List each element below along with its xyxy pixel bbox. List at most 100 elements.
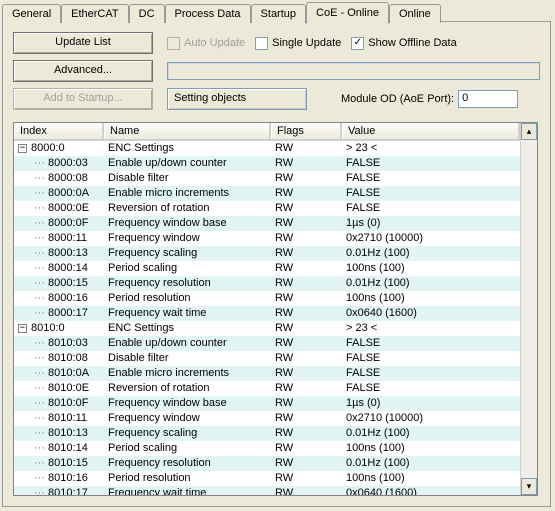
table-row[interactable]: ··· 8010:11Frequency windowRW0x2710 (100… bbox=[14, 411, 520, 426]
flags-cell: RW bbox=[271, 216, 342, 231]
tab-coe-online[interactable]: CoE - Online bbox=[306, 2, 389, 24]
column-header-value[interactable]: Value bbox=[342, 123, 520, 140]
tree-collapse-icon[interactable]: − bbox=[18, 324, 27, 333]
scroll-track[interactable] bbox=[521, 140, 537, 478]
flags-cell: RW bbox=[271, 141, 342, 156]
value-cell: 0.01Hz (100) bbox=[342, 456, 520, 471]
value-cell: FALSE bbox=[342, 366, 520, 381]
name-cell: Enable up/down counter bbox=[104, 156, 271, 171]
flags-cell: RW bbox=[271, 381, 342, 396]
value-cell: 0x0640 (1600) bbox=[342, 306, 520, 321]
name-cell: Reversion of rotation bbox=[104, 201, 271, 216]
table-row[interactable]: ··· 8000:0AEnable micro incrementsRWFALS… bbox=[14, 186, 520, 201]
tab-dc[interactable]: DC bbox=[129, 4, 165, 23]
name-cell: Enable micro increments bbox=[104, 366, 271, 381]
value-cell: FALSE bbox=[342, 351, 520, 366]
scroll-down-icon[interactable]: ▾ bbox=[521, 478, 537, 495]
checkbox-box-icon bbox=[255, 37, 268, 50]
name-cell: Disable filter bbox=[104, 171, 271, 186]
table-row[interactable]: ··· 8010:15Frequency resolutionRW0.01Hz … bbox=[14, 456, 520, 471]
value-cell: 0.01Hz (100) bbox=[342, 426, 520, 441]
index-cell: 8000:0 bbox=[31, 141, 65, 156]
tab-online[interactable]: Online bbox=[389, 4, 441, 23]
table-row[interactable]: ··· 8000:15Frequency resolutionRW0.01Hz … bbox=[14, 276, 520, 291]
value-cell: 100ns (100) bbox=[342, 291, 520, 306]
table-row[interactable]: ··· 8010:17Frequency wait timeRW0x0640 (… bbox=[14, 486, 520, 495]
column-header-name[interactable]: Name bbox=[104, 123, 271, 140]
name-cell: Frequency wait time bbox=[104, 306, 271, 321]
table-row[interactable]: ··· 8010:16Period resolutionRW100ns (100… bbox=[14, 471, 520, 486]
table-row[interactable]: ··· 8000:13Frequency scalingRW0.01Hz (10… bbox=[14, 246, 520, 261]
table-row[interactable]: ··· 8010:13Frequency scalingRW0.01Hz (10… bbox=[14, 426, 520, 441]
index-cell: ··· 8010:0E bbox=[34, 381, 89, 396]
flags-cell: RW bbox=[271, 396, 342, 411]
module-od-input[interactable]: 0 bbox=[458, 90, 518, 108]
flags-cell: RW bbox=[271, 366, 342, 381]
vertical-scrollbar[interactable]: ▴ ▾ bbox=[520, 123, 537, 495]
index-cell: ··· 8010:14 bbox=[34, 441, 88, 456]
name-cell: ENC Settings bbox=[104, 321, 271, 336]
table-row[interactable]: ··· 8010:0EReversion of rotationRWFALSE bbox=[14, 381, 520, 396]
column-header-index[interactable]: Index bbox=[14, 123, 104, 140]
scroll-up-icon[interactable]: ▴ bbox=[521, 123, 537, 140]
name-cell: Frequency window base bbox=[104, 216, 271, 231]
tab-general[interactable]: General bbox=[2, 4, 61, 23]
name-cell: Enable up/down counter bbox=[104, 336, 271, 351]
tab-process-data[interactable]: Process Data bbox=[165, 4, 251, 23]
flags-cell: RW bbox=[271, 291, 342, 306]
index-cell: ··· 8010:0F bbox=[34, 396, 88, 411]
table-row[interactable]: ··· 8000:11Frequency windowRW0x2710 (100… bbox=[14, 231, 520, 246]
value-cell: FALSE bbox=[342, 186, 520, 201]
name-cell: Frequency window bbox=[104, 411, 271, 426]
flags-cell: RW bbox=[271, 321, 342, 336]
table-row[interactable]: ··· 8000:0E Reversion of rotationRWFALSE bbox=[14, 201, 520, 216]
update-list-button[interactable]: Update List bbox=[13, 32, 153, 54]
tab-startup[interactable]: Startup bbox=[251, 4, 306, 23]
index-cell: ··· 8010:0A bbox=[34, 366, 89, 381]
index-cell: ··· 8000:16 bbox=[34, 291, 88, 306]
table-row[interactable]: ··· 8010:14Period scalingRW100ns (100) bbox=[14, 441, 520, 456]
flags-cell: RW bbox=[271, 201, 342, 216]
table-row[interactable]: ··· 8000:17Frequency wait timeRW0x0640 (… bbox=[14, 306, 520, 321]
tree-collapse-icon[interactable]: − bbox=[18, 144, 27, 153]
table-row[interactable]: ··· 8010:08Disable filterRWFALSE bbox=[14, 351, 520, 366]
table-row[interactable]: ··· 8000:0FFrequency window baseRW1µs (0… bbox=[14, 216, 520, 231]
value-cell: 1µs (0) bbox=[342, 216, 520, 231]
value-cell: FALSE bbox=[342, 201, 520, 216]
index-cell: ··· 8000:08 bbox=[34, 171, 88, 186]
index-cell: ··· 8000:17 bbox=[34, 306, 88, 321]
table-row[interactable]: ··· 8000:14Period scalingRW100ns (100) bbox=[14, 261, 520, 276]
name-cell: Period resolution bbox=[104, 291, 271, 306]
name-cell: Disable filter bbox=[104, 351, 271, 366]
index-cell: ··· 8000:0E bbox=[34, 201, 89, 216]
advanced-button[interactable]: Advanced... bbox=[13, 60, 153, 82]
flags-cell: RW bbox=[271, 336, 342, 351]
name-cell: Enable micro increments bbox=[104, 186, 271, 201]
table-row[interactable]: ··· 8000:16 Period resolutionRW100ns (100… bbox=[14, 291, 520, 306]
index-cell: ··· 8000:11 bbox=[34, 231, 87, 246]
name-cell: Period scaling bbox=[104, 441, 271, 456]
index-cell: ··· 8000:03 bbox=[34, 156, 88, 171]
show-offline-checkbox[interactable]: ✓ Show Offline Data bbox=[351, 37, 456, 50]
index-cell: ··· 8010:03 bbox=[34, 336, 88, 351]
table-row[interactable]: ··· 8010:0A Enable micro incrementsRWFALS… bbox=[14, 366, 520, 381]
flags-cell: RW bbox=[271, 456, 342, 471]
value-cell: FALSE bbox=[342, 171, 520, 186]
tree-group-row[interactable]: −8010:0ENC SettingsRW> 23 < bbox=[14, 321, 520, 336]
flags-cell: RW bbox=[271, 156, 342, 171]
name-cell: Frequency window base bbox=[104, 396, 271, 411]
value-cell: 0x0640 (1600) bbox=[342, 486, 520, 495]
flags-cell: RW bbox=[271, 426, 342, 441]
tab-ethercat[interactable]: EtherCAT bbox=[61, 4, 128, 23]
auto-update-checkbox: Auto Update bbox=[167, 37, 245, 50]
tree-group-row[interactable]: −8000:0ENC SettingsRW> 23 < bbox=[14, 141, 520, 156]
table-row[interactable]: ··· 8010:03Enable up/down counterRWFALSE bbox=[14, 336, 520, 351]
index-cell: ··· 8000:15 bbox=[34, 276, 88, 291]
table-row[interactable]: ··· 8010:0FFrequency window baseRW1µs (0… bbox=[14, 396, 520, 411]
single-update-checkbox[interactable]: Single Update bbox=[255, 37, 341, 50]
add-to-startup-button: Add to Startup... bbox=[13, 88, 153, 110]
flags-cell: RW bbox=[271, 261, 342, 276]
table-row[interactable]: ··· 8000:03Enable up/down counterRWFALSE bbox=[14, 156, 520, 171]
table-row[interactable]: ··· 8000:08Disable filterRWFALSE bbox=[14, 171, 520, 186]
column-header-flags[interactable]: Flags bbox=[271, 123, 342, 140]
